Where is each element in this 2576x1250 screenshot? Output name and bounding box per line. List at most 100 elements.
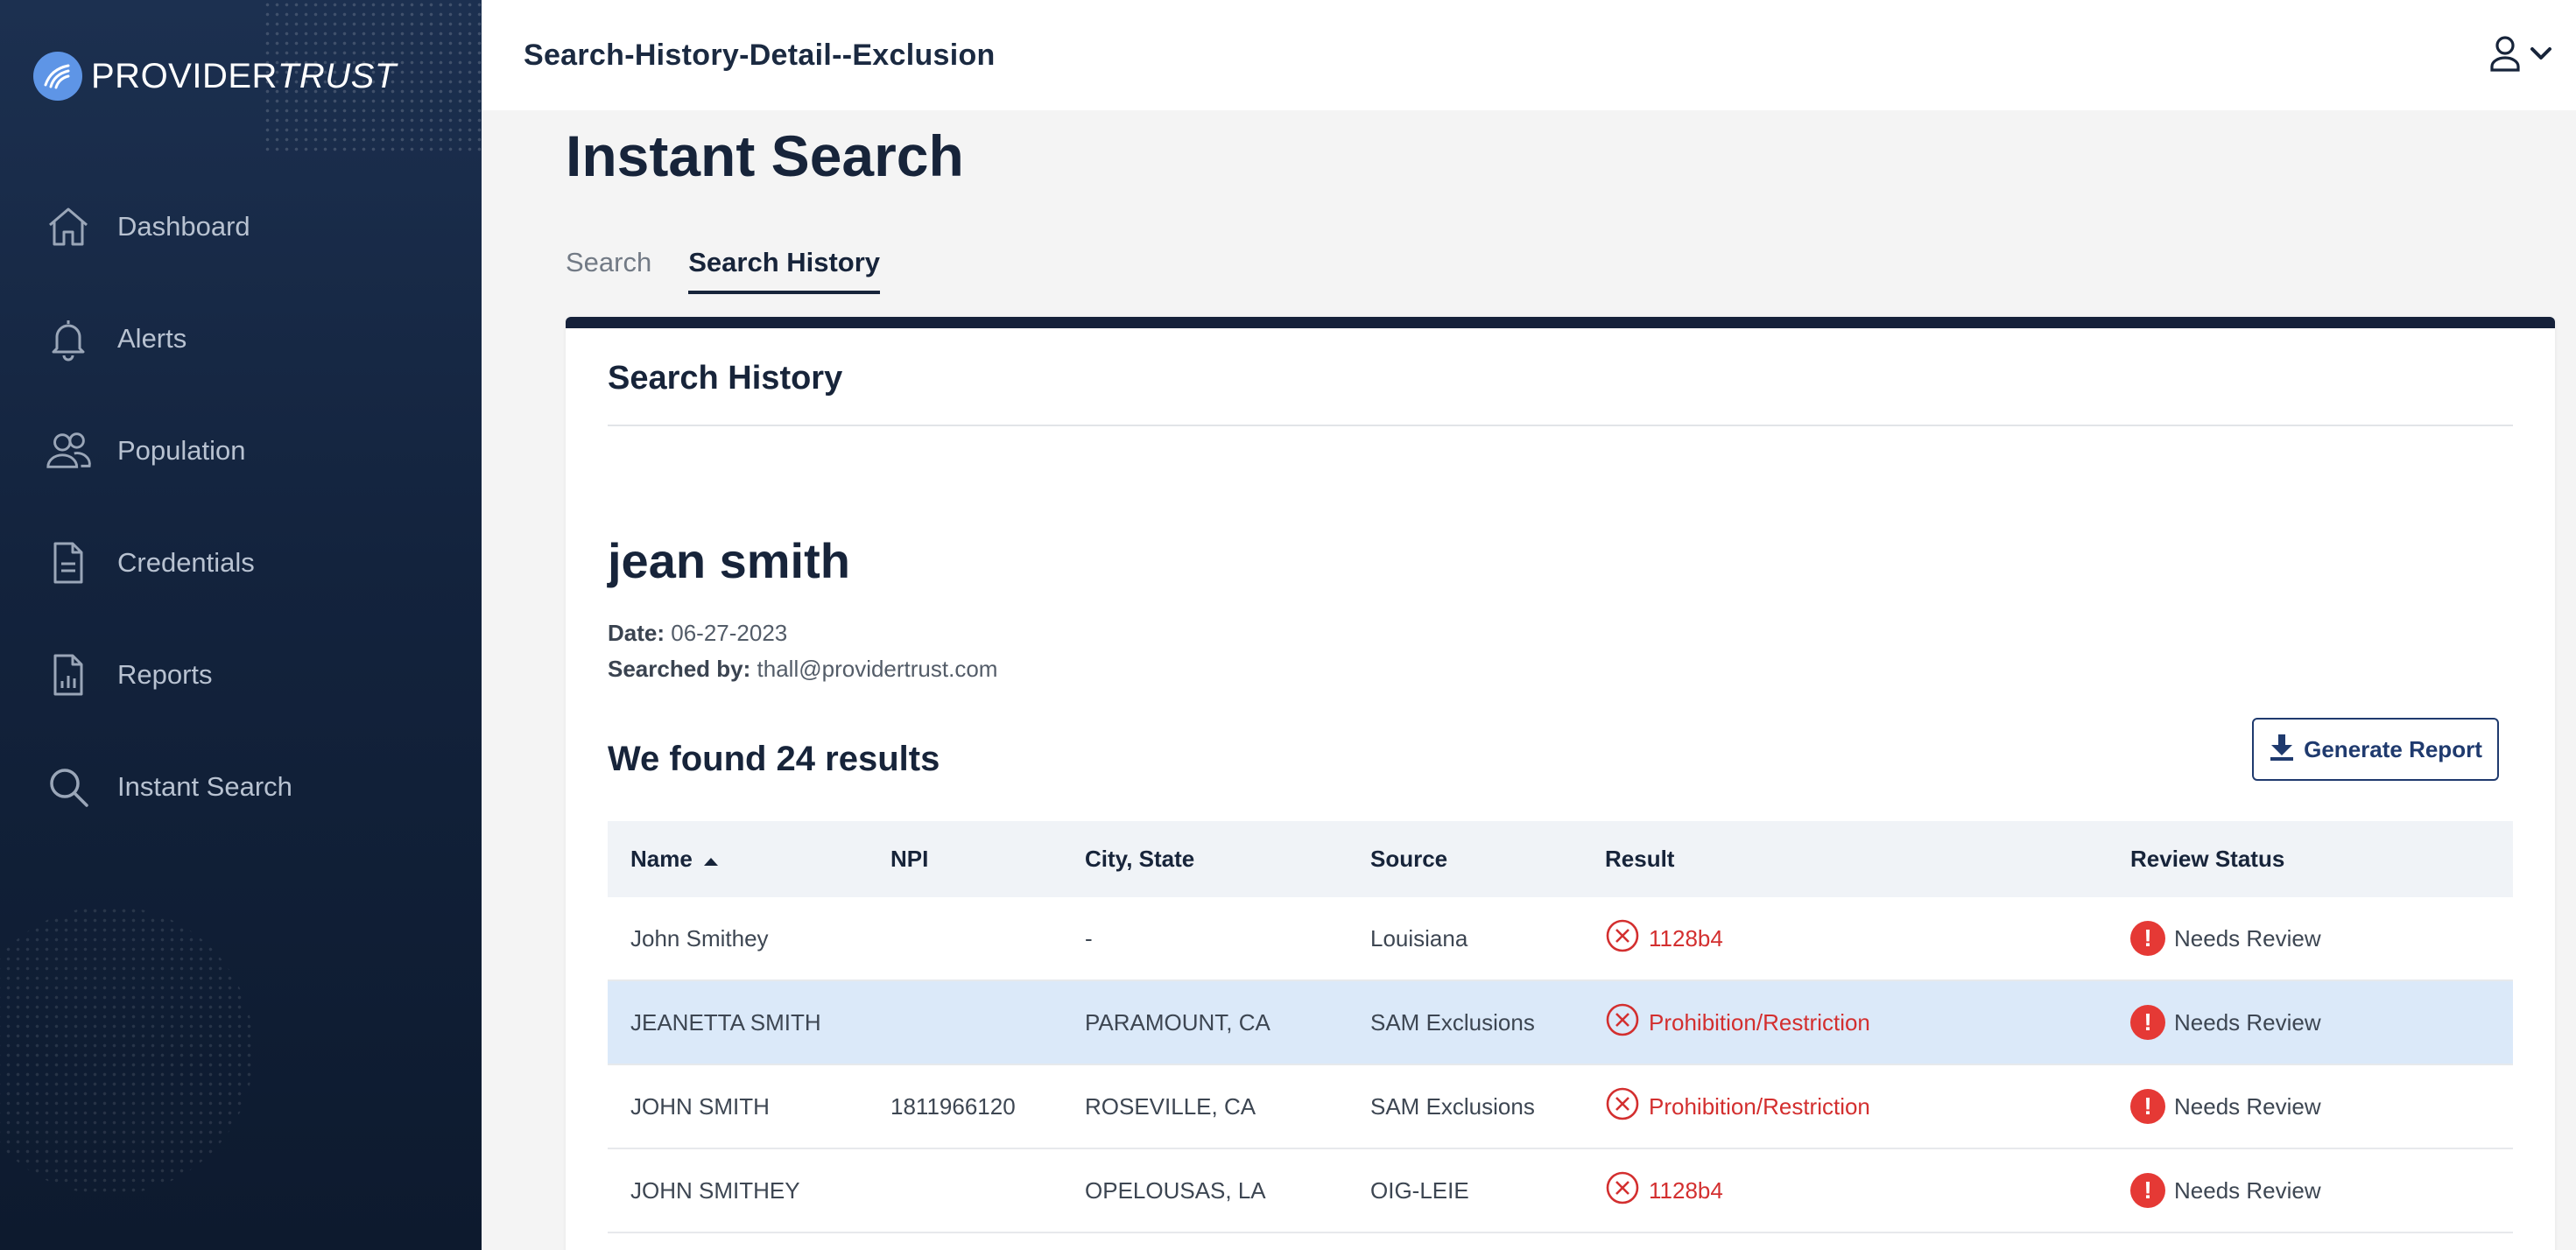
sidebar-item-instant-search[interactable]: Instant Search — [0, 731, 482, 843]
cell-city-state: PARAMOUNT, CA — [1085, 1008, 1270, 1036]
top-bar: Search-History-Detail--Exclusion — [482, 0, 2576, 110]
x-circle-icon — [1605, 1170, 1640, 1211]
sidebar-item-reports[interactable]: Reports — [0, 619, 482, 731]
result-text: Prohibition/Restriction — [1649, 1092, 1870, 1120]
results-table: Name NPI City, State Source Result Revie… — [608, 821, 2513, 1233]
alert-icon: ! — [2130, 1005, 2165, 1040]
sidebar-item-label: Population — [117, 435, 246, 466]
alert-icon: ! — [2130, 1089, 2165, 1124]
brand-name: PROVIDERTRUST — [91, 57, 397, 96]
search-icon — [44, 762, 93, 811]
column-header-name[interactable]: Name — [608, 846, 868, 873]
column-header-npi[interactable]: NPI — [868, 846, 1062, 873]
searched-by-value: thall@providertrust.com — [757, 656, 998, 682]
cell-name: JEANETTA SMITH — [630, 1008, 821, 1036]
cell-name: JOHN SMITH — [630, 1092, 770, 1120]
cell-source: SAM Exclusions — [1370, 1092, 1535, 1120]
providertrust-logo-icon — [33, 52, 82, 101]
tab-search-history[interactable]: Search History — [688, 247, 881, 294]
brand-name-secondary: TRUST — [277, 56, 397, 95]
cell-result: 1128b4 — [1582, 1170, 2108, 1211]
user-icon — [2488, 35, 2522, 76]
review-status-text: Needs Review — [2174, 1008, 2321, 1036]
generate-report-label: Generate Report — [2304, 735, 2482, 762]
column-header-city-state[interactable]: City, State — [1062, 846, 1348, 873]
users-icon — [44, 426, 93, 475]
cell-source: OIG-LEIE — [1370, 1176, 1469, 1204]
cell-review-status: ! Needs Review — [2108, 1089, 2513, 1124]
report-icon — [44, 650, 93, 699]
cell-result: Prohibition/Restriction — [1582, 1086, 2108, 1127]
searched-by: Searched by: thall@providertrust.com — [608, 656, 997, 683]
page-title: Instant Search — [566, 123, 964, 188]
review-status-text: Needs Review — [2174, 1092, 2321, 1120]
search-date-value: 06-27-2023 — [671, 620, 788, 646]
sidebar-item-alerts[interactable]: Alerts — [0, 283, 482, 395]
column-header-label: Name — [630, 846, 693, 872]
sidebar-item-label: Instant Search — [117, 771, 292, 802]
cell-city-state: ROSEVILLE, CA — [1085, 1092, 1256, 1120]
results-count: We found 24 results — [608, 740, 940, 778]
result-text: Prohibition/Restriction — [1649, 1008, 1870, 1036]
sidebar-item-label: Credentials — [117, 547, 255, 578]
result-text: 1128b4 — [1649, 924, 1723, 952]
table-row[interactable]: JEANETTA SMITH PARAMOUNT, CA SAM Exclusi… — [608, 981, 2513, 1065]
alert-icon: ! — [2130, 921, 2165, 956]
cell-source: Louisiana — [1370, 924, 1468, 952]
table-header: Name NPI City, State Source Result Revie… — [608, 821, 2513, 897]
search-date: Date: 06-27-2023 — [608, 620, 787, 647]
alert-icon: ! — [2130, 1173, 2165, 1208]
x-circle-icon — [1605, 1086, 1640, 1127]
table-row[interactable]: JOHN SMITHEY OPELOUSAS, LA OIG-LEIE 1128… — [608, 1149, 2513, 1233]
sidebar-item-label: Reports — [117, 659, 213, 690]
sidebar-item-label: Dashboard — [117, 211, 250, 242]
document-icon — [44, 538, 93, 587]
result-text: 1128b4 — [1649, 1176, 1723, 1204]
cell-review-status: ! Needs Review — [2108, 921, 2513, 956]
divider — [608, 425, 2513, 426]
cell-name: JOHN SMITHEY — [630, 1176, 800, 1204]
brand-name-primary: PROVIDER — [91, 56, 278, 95]
column-header-source[interactable]: Source — [1348, 846, 1582, 873]
search-date-label: Date: — [608, 620, 665, 646]
card-title: Search History — [608, 360, 843, 397]
sidebar-item-label: Alerts — [117, 323, 187, 354]
sidebar-item-credentials[interactable]: Credentials — [0, 507, 482, 619]
review-status-text: Needs Review — [2174, 1176, 2321, 1204]
cell-city-state: OPELOUSAS, LA — [1085, 1176, 1266, 1204]
sort-ascending-icon — [703, 846, 719, 873]
brand-logo[interactable]: PROVIDERTRUST — [33, 52, 397, 101]
cell-result: Prohibition/Restriction — [1582, 1002, 2108, 1043]
tab-bar: Search Search History — [566, 247, 881, 294]
sidebar-item-population[interactable]: Population — [0, 395, 482, 507]
cell-result: 1128b4 — [1582, 918, 2108, 959]
bell-icon — [44, 314, 93, 363]
sidebar-item-dashboard[interactable]: Dashboard — [0, 171, 482, 283]
sidebar: PROVIDERTRUST Dashboard Alerts Populatio… — [0, 0, 482, 1250]
generate-report-button[interactable]: Generate Report — [2252, 718, 2499, 781]
searched-by-label: Searched by: — [608, 656, 751, 682]
sidebar-nav: Dashboard Alerts Population Credentials … — [0, 171, 482, 843]
home-icon — [44, 202, 93, 251]
cell-source: SAM Exclusions — [1370, 1008, 1535, 1036]
x-circle-icon — [1605, 918, 1640, 959]
search-history-card: Search History jean smith Date: 06-27-20… — [566, 317, 2555, 1250]
chevron-down-icon — [2529, 45, 2553, 67]
decorative-dot-pattern — [0, 906, 254, 1195]
searched-person-name: jean smith — [608, 533, 850, 588]
cell-npi: 1811966120 — [890, 1092, 1016, 1120]
download-icon — [2269, 733, 2295, 767]
x-circle-icon — [1605, 1002, 1640, 1043]
cell-name: John Smithey — [630, 924, 769, 952]
review-status-text: Needs Review — [2174, 924, 2321, 952]
cell-city-state: - — [1085, 924, 1093, 952]
cell-review-status: ! Needs Review — [2108, 1173, 2513, 1208]
user-menu-button[interactable] — [2488, 35, 2553, 76]
window-title: Search-History-Detail--Exclusion — [524, 38, 996, 72]
tab-search[interactable]: Search — [566, 247, 651, 294]
column-header-result[interactable]: Result — [1582, 846, 2108, 873]
table-row[interactable]: John Smithey - Louisiana 1128b4 ! Needs … — [608, 897, 2513, 981]
column-header-review-status[interactable]: Review Status — [2108, 846, 2513, 873]
table-row[interactable]: JOHN SMITH 1811966120 ROSEVILLE, CA SAM … — [608, 1065, 2513, 1149]
cell-review-status: ! Needs Review — [2108, 1005, 2513, 1040]
